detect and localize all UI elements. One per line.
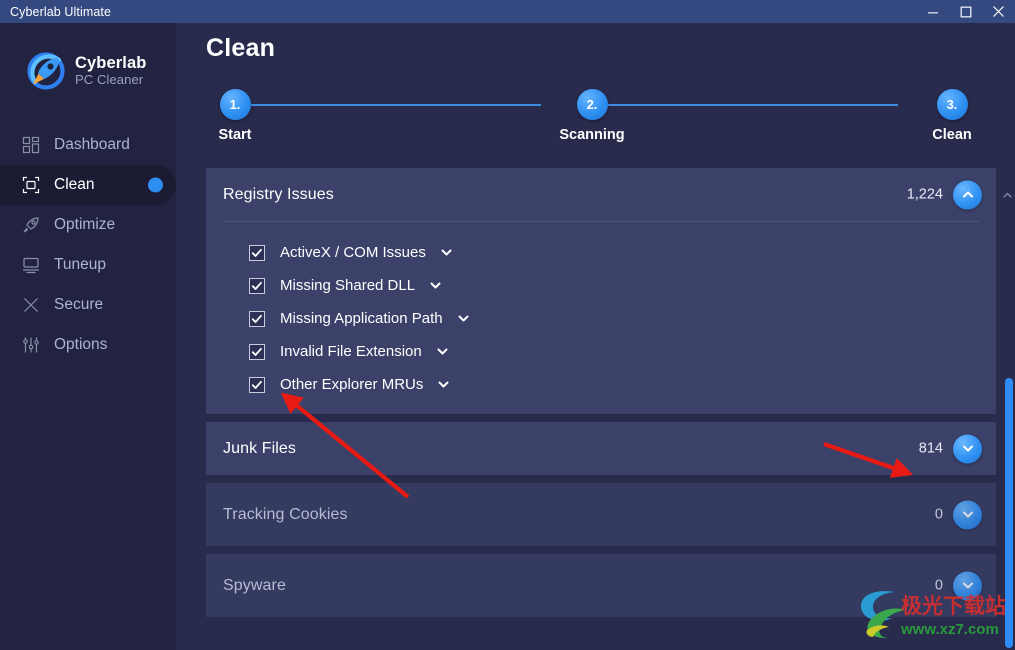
shield-tools-icon — [20, 294, 42, 316]
check-label: ActiveX / COM Issues — [280, 244, 426, 261]
sidebar-item-optimize[interactable]: Optimize — [0, 205, 176, 245]
brand-logo[interactable]: Cyberlab PC Cleaner — [0, 23, 176, 101]
category-title: Spyware — [223, 576, 286, 594]
sidebar: Cyberlab PC Cleaner Dashboard Clean Opti… — [0, 23, 176, 650]
category-body: ActiveX / COM Issues Missing Shared DLL — [206, 222, 996, 414]
minimize-icon — [927, 6, 939, 18]
category-title: Junk Files — [223, 439, 297, 457]
check-row[interactable]: Missing Application Path — [206, 302, 996, 335]
app-window: Cyberlab Ultimate Cyberlab PC Cleaner Da… — [0, 0, 1015, 650]
maximize-icon — [960, 6, 972, 18]
sidebar-item-secure[interactable]: Secure — [0, 285, 176, 325]
rocket-icon — [20, 214, 42, 236]
chevron-up-icon[interactable] — [1002, 188, 1013, 206]
category-header-right: 814 — [919, 434, 982, 463]
title-bar: Cyberlab Ultimate — [0, 0, 1015, 23]
sliders-icon — [20, 334, 42, 356]
stepper-label: Clean — [932, 127, 972, 143]
category-count: 0 — [934, 506, 943, 523]
stepper-label: Start — [218, 127, 252, 143]
stepper-number: 1. — [219, 89, 251, 120]
stepper-label: Scanning — [559, 127, 625, 143]
checkbox-invalid-file-extension[interactable] — [249, 343, 265, 360]
dashboard-icon — [20, 134, 42, 156]
watermark-url: www.xz7.com — [900, 621, 999, 638]
progress-stepper: 1. Start 2. Scanning 3. Clean — [176, 89, 1015, 164]
brand-tagline: PC Cleaner — [75, 72, 144, 88]
category-header[interactable]: Tracking Cookies 0 — [206, 483, 996, 546]
chevron-down-icon[interactable] — [436, 377, 451, 392]
check-row[interactable]: ActiveX / COM Issues — [206, 236, 996, 269]
check-label: Other Explorer MRUs — [280, 376, 424, 393]
chevron-down-icon[interactable] — [456, 311, 471, 326]
window-title: Cyberlab Ultimate — [10, 4, 112, 19]
chevron-down-icon[interactable] — [439, 245, 454, 260]
sidebar-item-dashboard[interactable]: Dashboard — [0, 125, 176, 165]
category-title: Tracking Cookies — [223, 505, 348, 523]
sidebar-nav: Dashboard Clean Optimize Tuneup Secure O… — [0, 125, 176, 365]
category-panel-registry-issues: Registry Issues 1,224 ActiveX / COM Issu… — [206, 168, 996, 414]
sidebar-item-label: Secure — [54, 296, 104, 313]
check-label: Invalid File Extension — [280, 343, 422, 360]
checkbox-missing-shared-dll[interactable] — [249, 277, 265, 294]
sidebar-item-options[interactable]: Options — [0, 325, 176, 365]
main-content: Clean 1. Start 2. Scanning 3. Clean Regi… — [176, 23, 1015, 650]
check-label: Missing Application Path — [280, 310, 443, 327]
minimize-button[interactable] — [916, 0, 949, 23]
check-row[interactable]: Other Explorer MRUs — [206, 368, 996, 401]
checkbox-missing-application-path[interactable] — [249, 310, 265, 327]
category-header[interactable]: Junk Files 814 — [206, 422, 996, 475]
active-indicator-dot — [148, 177, 163, 193]
category-panel-junk-files: Junk Files 814 — [206, 422, 996, 475]
sidebar-item-label: Dashboard — [54, 136, 130, 153]
check-label: Missing Shared DLL — [280, 277, 416, 294]
stepper-step-scanning[interactable]: 2. Scanning — [552, 89, 632, 143]
stepper-number: 3. — [936, 89, 968, 120]
category-panel-tracking-cookies: Tracking Cookies 0 — [206, 483, 996, 546]
window-controls — [916, 0, 1015, 23]
sidebar-item-label: Tuneup — [54, 256, 106, 273]
brand-text: Cyberlab PC Cleaner — [75, 54, 147, 88]
stepper-line-2 — [608, 104, 898, 106]
category-header-right: 1,224 — [907, 180, 982, 209]
maximize-button[interactable] — [949, 0, 982, 23]
category-count: 1,224 — [906, 186, 943, 203]
watermark-text-cn: 极光下载站 — [901, 594, 1006, 618]
brand-name: Cyberlab — [75, 54, 147, 73]
rocket-logo-icon — [26, 51, 66, 91]
clean-icon — [20, 174, 42, 196]
tuneup-icon — [20, 254, 42, 276]
close-icon — [992, 5, 1005, 18]
sidebar-item-label: Clean — [54, 176, 95, 193]
chevron-down-icon[interactable] — [428, 278, 443, 293]
chevron-down-icon[interactable] — [953, 434, 982, 463]
sidebar-item-tuneup[interactable]: Tuneup — [0, 245, 176, 285]
scrollbar[interactable] — [1003, 168, 1015, 650]
sidebar-item-clean[interactable]: Clean — [0, 165, 176, 205]
site-watermark: 极光下载站 www.xz7.com — [855, 586, 1007, 642]
chevron-down-icon[interactable] — [435, 344, 450, 359]
chevron-up-icon[interactable] — [953, 180, 982, 209]
page-title: Clean — [206, 34, 276, 62]
category-count: 814 — [918, 440, 943, 457]
category-list: Registry Issues 1,224 ActiveX / COM Issu… — [206, 168, 996, 650]
stepper-number: 2. — [576, 89, 608, 120]
stepper-step-start[interactable]: 1. Start — [195, 89, 275, 143]
chevron-down-icon[interactable] — [953, 500, 982, 529]
stepper-line-1 — [251, 104, 541, 106]
check-row[interactable]: Missing Shared DLL — [206, 269, 996, 302]
checkbox-other-explorer-mrus[interactable] — [249, 376, 265, 393]
category-title: Registry Issues — [223, 185, 334, 203]
stepper-step-clean[interactable]: 3. Clean — [912, 89, 992, 143]
category-header[interactable]: Registry Issues 1,224 — [206, 168, 996, 221]
sidebar-item-label: Optimize — [54, 216, 116, 233]
close-button[interactable] — [982, 0, 1015, 23]
check-row[interactable]: Invalid File Extension — [206, 335, 996, 368]
category-header-right: 0 — [935, 500, 982, 529]
checkbox-activex-com-issues[interactable] — [249, 244, 265, 261]
sidebar-item-label: Options — [54, 336, 108, 353]
